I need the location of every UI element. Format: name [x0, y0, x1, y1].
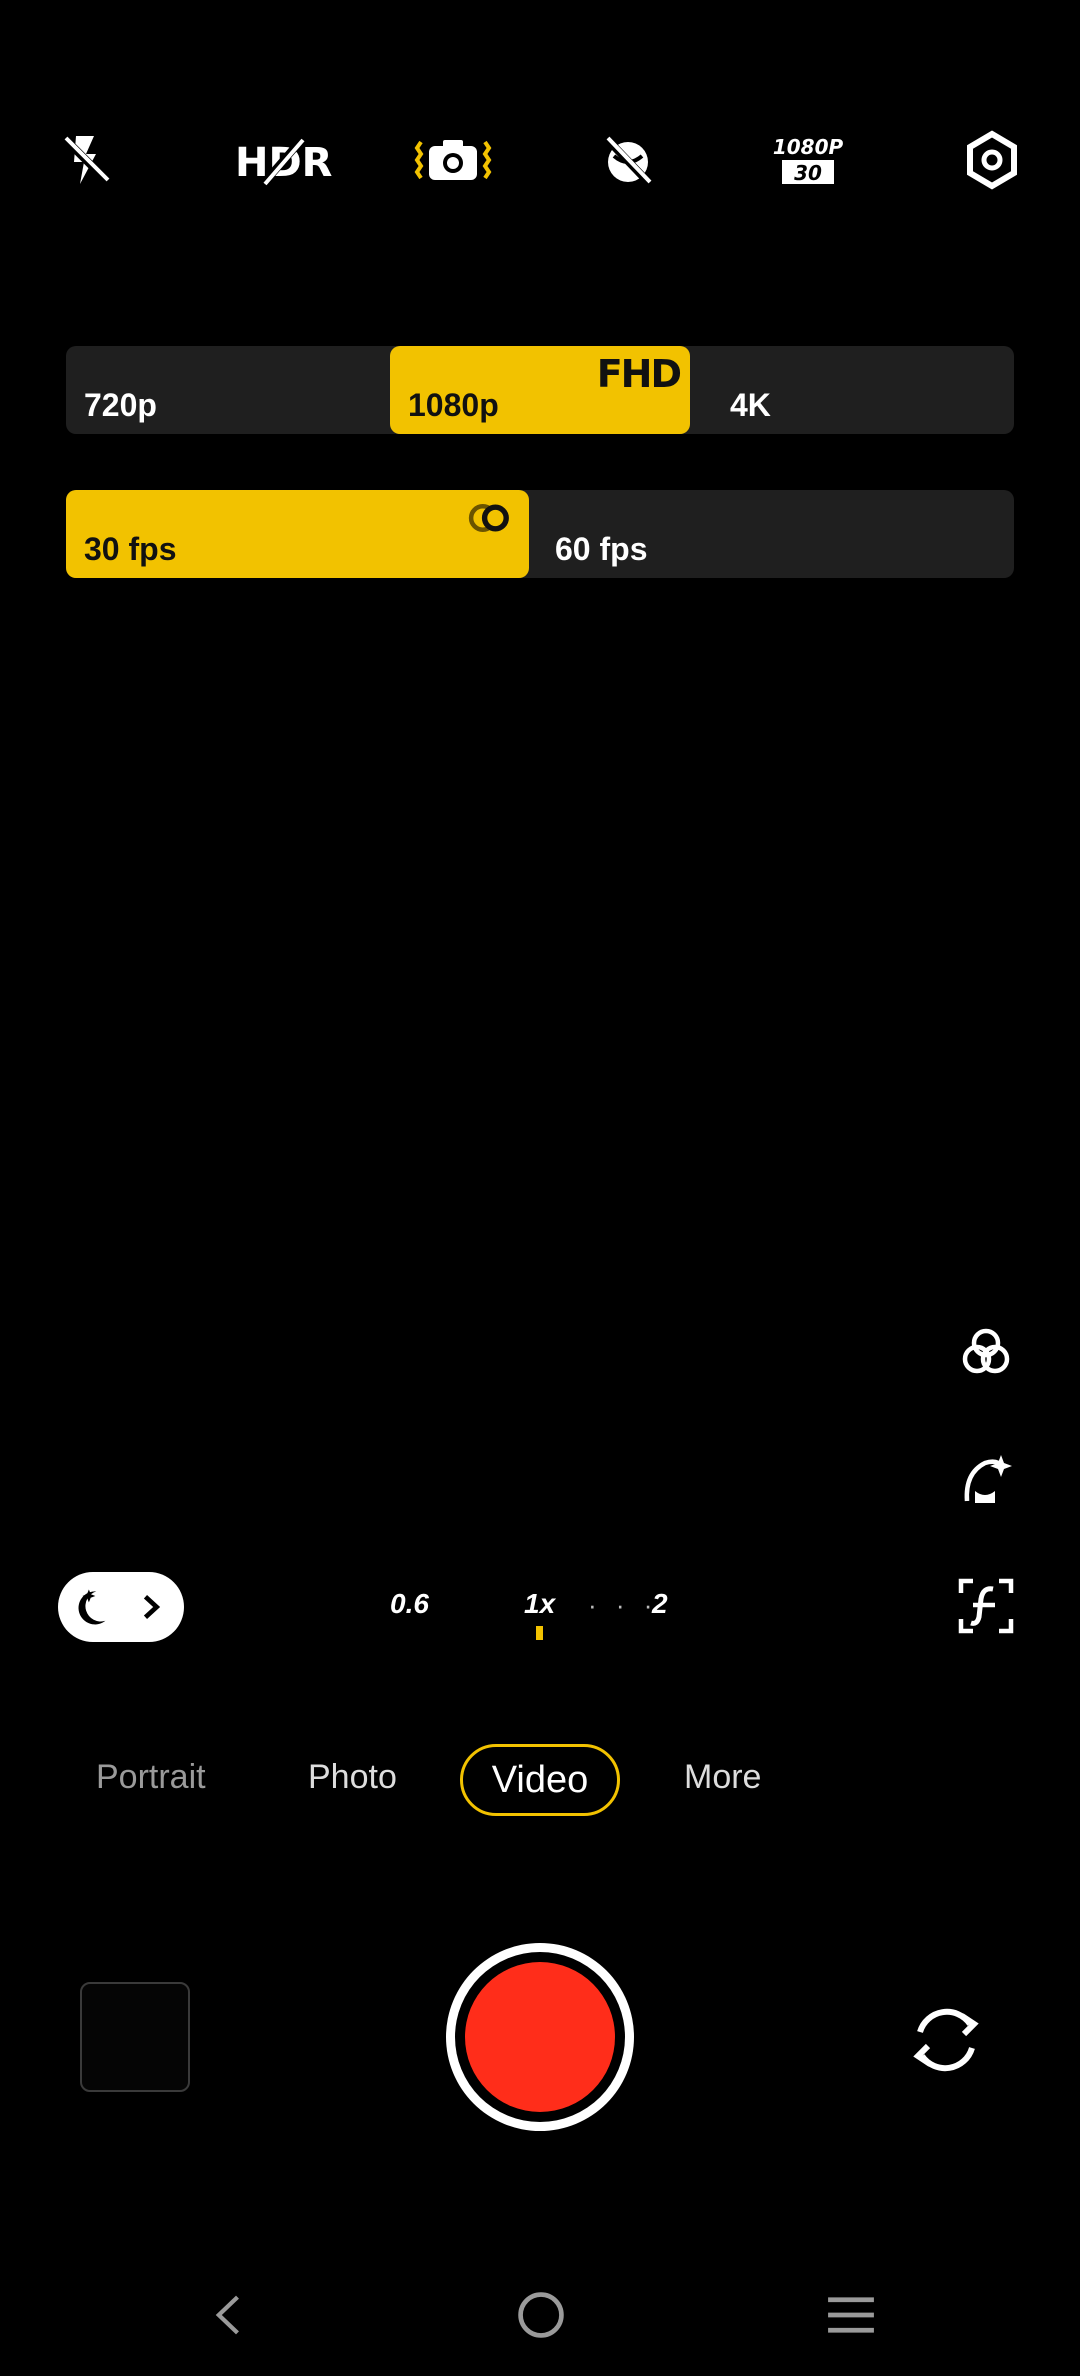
stabilization-button[interactable]: [408, 120, 498, 200]
resolution-option-4k[interactable]: 4K: [690, 346, 1014, 434]
resolution-label: 1080p: [408, 387, 499, 423]
record-ring: [455, 1952, 625, 2122]
beauty-button[interactable]: [950, 1444, 1022, 1516]
moon-stars-icon: [78, 1589, 106, 1625]
resolution-label: 720p: [84, 387, 157, 423]
resolution-label: 4K: [730, 387, 771, 423]
hdr-off-button[interactable]: HDR: [228, 120, 348, 200]
aperture-icon: [958, 1578, 1014, 1634]
gallery-thumbnail[interactable]: [80, 1982, 190, 2092]
aperture-button[interactable]: [950, 1570, 1022, 1642]
nav-menu-button[interactable]: [816, 2280, 886, 2350]
back-icon: [215, 2295, 239, 2335]
nav-home-button[interactable]: [506, 2280, 576, 2350]
filter-off-icon: [603, 135, 653, 187]
chevron-right-icon: [143, 1595, 161, 1619]
filter-off-button[interactable]: [588, 120, 668, 200]
resolution-option-1080p[interactable]: FHD 1080p: [390, 346, 690, 434]
record-button[interactable]: [446, 1943, 634, 2131]
stabilization-icon: [414, 140, 492, 180]
mode-photo[interactable]: Photo: [308, 1758, 397, 1797]
video-quality-button[interactable]: 1080P 30: [766, 120, 850, 200]
zoom-dots: · · ·: [588, 1590, 659, 1620]
night-mode-toggle[interactable]: [58, 1572, 184, 1642]
hdr-off-icon: HDR: [235, 135, 332, 187]
nav-back-button[interactable]: [194, 2280, 264, 2350]
svg-text:1080P: 1080P: [773, 135, 844, 159]
zoom-level-0-6[interactable]: 0.6: [390, 1588, 429, 1620]
settings-icon: [967, 130, 1017, 190]
fhd-badge: FHD: [596, 352, 682, 396]
settings-button[interactable]: [952, 120, 1032, 200]
video-quality-icon: 1080P 30: [773, 135, 844, 185]
fps-selector: 30 fps 60 fps: [66, 490, 1014, 578]
mode-portrait[interactable]: Portrait: [96, 1758, 206, 1797]
zoom-indicator: [536, 1626, 543, 1640]
zoom-level-2[interactable]: 2: [652, 1588, 668, 1620]
zoom-level-1x[interactable]: 1x: [524, 1588, 555, 1620]
frame-rate-icon: [468, 504, 509, 532]
home-icon: [518, 2292, 564, 2338]
color-filter-icon: [962, 1328, 1010, 1374]
record-dot: [465, 1962, 615, 2112]
fps-label: 60 fps: [555, 531, 648, 567]
switch-camera-icon[interactable]: [904, 1998, 988, 2082]
mode-video[interactable]: Video: [460, 1744, 620, 1816]
mode-more[interactable]: More: [684, 1758, 761, 1797]
menu-icon: [828, 2297, 874, 2333]
fps-option-60[interactable]: 60 fps: [529, 490, 1014, 578]
fps-label: 30 fps: [84, 531, 177, 567]
fps-option-30[interactable]: 30 fps: [66, 490, 529, 578]
color-filter-button[interactable]: [950, 1316, 1022, 1388]
svg-text:30: 30: [794, 161, 822, 185]
beauty-face-icon: [964, 1455, 1012, 1503]
resolution-option-720p[interactable]: 720p: [66, 346, 390, 434]
resolution-selector: 720p FHD 1080p 4K: [66, 346, 1014, 434]
flash-off-icon: [61, 135, 111, 185]
flash-off-button[interactable]: [46, 120, 126, 200]
